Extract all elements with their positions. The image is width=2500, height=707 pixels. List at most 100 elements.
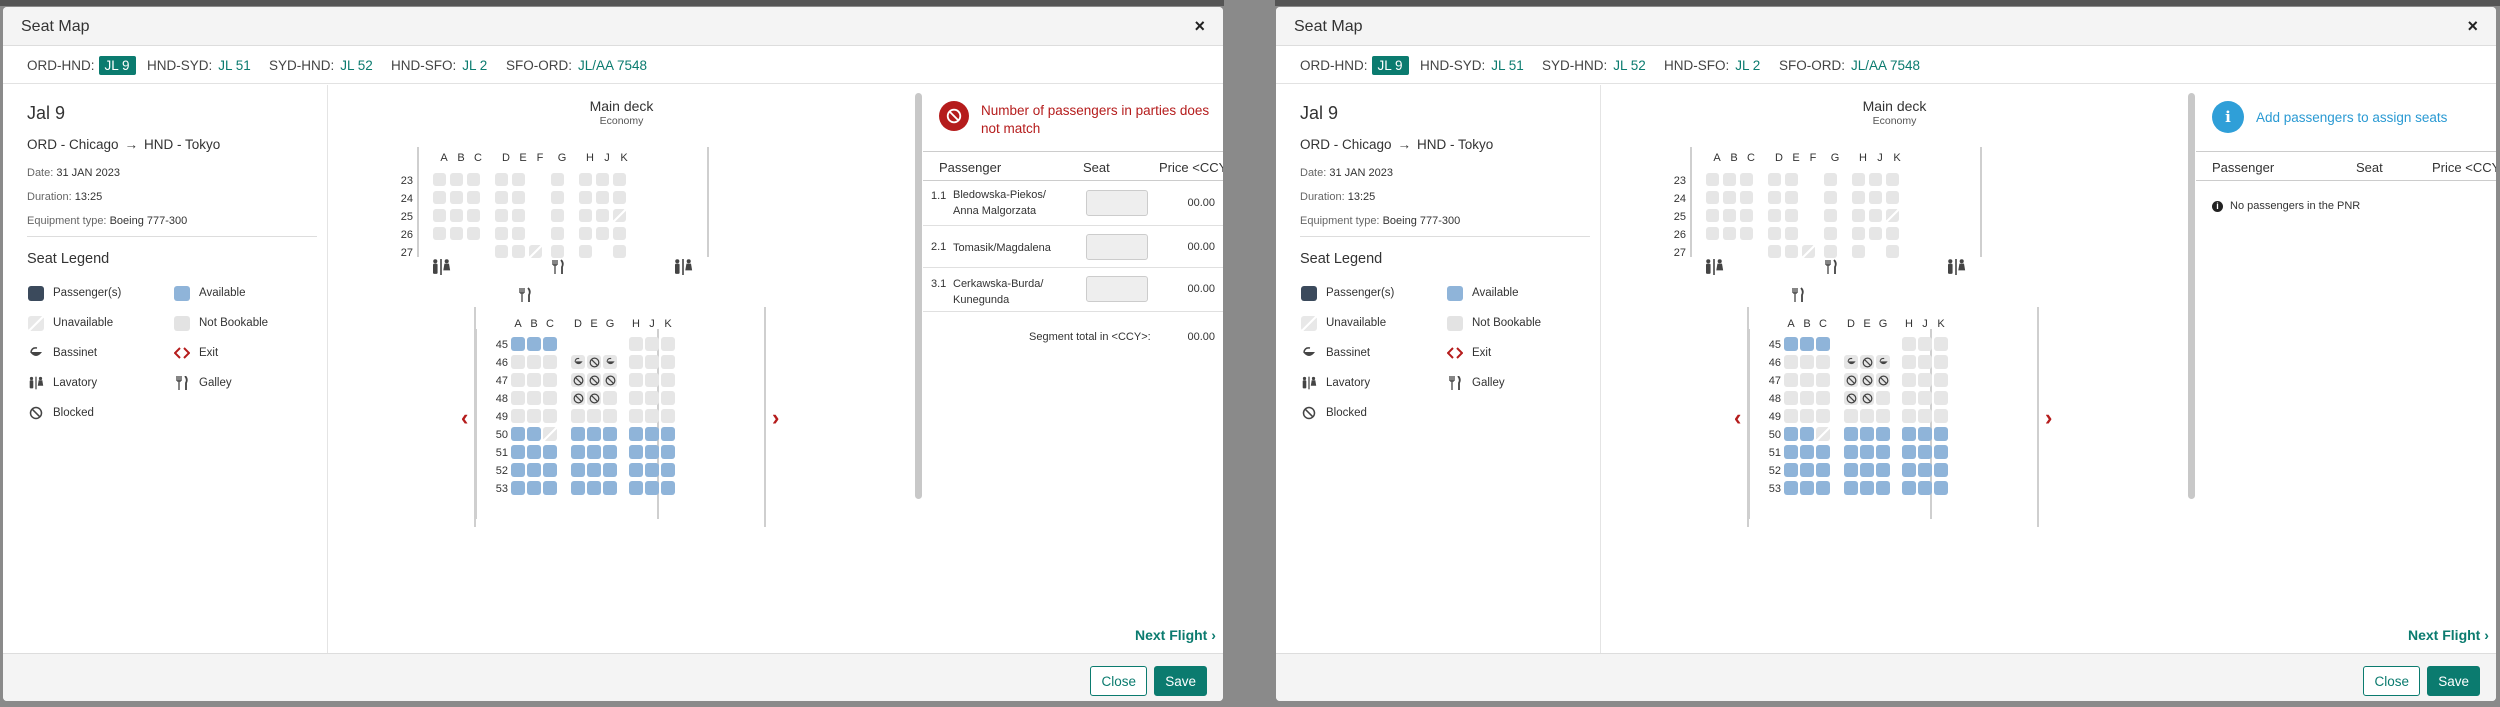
seat[interactable] [571,427,585,441]
seat[interactable] [1860,481,1874,495]
close-icon[interactable]: × [2467,16,2478,37]
seat[interactable] [1816,481,1830,495]
seat[interactable] [527,337,541,351]
seat[interactable] [1934,445,1948,459]
seat[interactable] [587,445,601,459]
seat[interactable] [645,481,659,495]
seat[interactable] [587,463,601,477]
seat[interactable] [1934,463,1948,477]
seat[interactable] [1860,427,1874,441]
seat[interactable] [543,445,557,459]
seat[interactable] [603,445,617,459]
seat[interactable] [1934,427,1948,441]
chevron-right-icon[interactable]: › [772,405,779,431]
seat-box[interactable] [1086,190,1148,216]
segment-tab-syd-hnd[interactable]: SYD-HND: JL 52 [269,58,373,73]
segment-tab-hnd-sfo[interactable]: HND-SFO: JL 2 [391,58,487,73]
scrollbar[interactable] [2188,93,2195,499]
seat[interactable] [1902,445,1916,459]
chevron-left-icon[interactable]: ‹ [461,405,468,431]
segment-tab-syd-hnd[interactable]: SYD-HND: JL 52 [1542,58,1646,73]
seat[interactable] [527,481,541,495]
next-flight-link[interactable]: Next Flight › [1135,627,1216,643]
segment-tab-hnd-syd[interactable]: HND-SYD: JL 51 [1420,58,1524,73]
table-row[interactable]: 3.1 Cerkawska-Burda/ Kunegunda 00.00 [923,268,1223,312]
seat[interactable] [1816,337,1830,351]
seat[interactable] [543,481,557,495]
seat[interactable] [1918,481,1932,495]
seat[interactable] [511,445,525,459]
seat[interactable] [1934,481,1948,495]
seat[interactable] [661,445,675,459]
seat[interactable] [629,463,643,477]
seat[interactable] [1800,445,1814,459]
seat[interactable] [645,445,659,459]
close-button[interactable]: Close [2363,666,2420,696]
seat[interactable] [511,481,525,495]
seat[interactable] [1800,427,1814,441]
seat[interactable] [1902,481,1916,495]
seat[interactable] [1816,463,1830,477]
chevron-right-icon[interactable]: › [2045,405,2052,431]
seat[interactable] [661,481,675,495]
seat[interactable] [587,481,601,495]
seat[interactable] [1918,463,1932,477]
save-button[interactable]: Save [1154,666,1207,696]
seat[interactable] [511,427,525,441]
seat[interactable] [527,427,541,441]
seat[interactable] [571,481,585,495]
seat[interactable] [1876,481,1890,495]
seat[interactable] [1816,445,1830,459]
seat[interactable] [661,427,675,441]
close-button[interactable]: Close [1090,666,1147,696]
seat[interactable] [1860,463,1874,477]
seat[interactable] [645,463,659,477]
seat[interactable] [587,427,601,441]
seat[interactable] [1918,445,1932,459]
seat[interactable] [603,463,617,477]
seat-box[interactable] [1086,234,1148,260]
segment-tab-sfo-ord[interactable]: SFO-ORD: JL/AA 7548 [1779,58,1920,73]
table-row[interactable]: 1.1 Bledowska-Piekos/ Anna Malgorzata 00… [923,182,1223,226]
seat[interactable] [1784,445,1798,459]
seat[interactable] [1876,445,1890,459]
seat[interactable] [1902,463,1916,477]
seat[interactable] [645,427,659,441]
seat[interactable] [1876,463,1890,477]
seat[interactable] [1800,481,1814,495]
seat[interactable] [1844,463,1858,477]
seat[interactable] [629,427,643,441]
seat[interactable] [1784,427,1798,441]
seat[interactable] [543,337,557,351]
seat[interactable] [661,463,675,477]
close-icon[interactable]: × [1194,16,1205,37]
segment-tab-hnd-sfo[interactable]: HND-SFO: JL 2 [1664,58,1760,73]
seat[interactable] [1800,337,1814,351]
seat[interactable] [1902,427,1916,441]
seat[interactable] [603,427,617,441]
seat[interactable] [1784,337,1798,351]
scrollbar[interactable] [915,93,922,499]
seat[interactable] [629,481,643,495]
segment-tab-ord-hnd[interactable]: ORD-HND: JL 9 [27,56,136,75]
seat[interactable] [511,337,525,351]
next-flight-link[interactable]: Next Flight › [2408,627,2489,643]
seat[interactable] [1844,427,1858,441]
segment-tab-ord-hnd[interactable]: ORD-HND: JL 9 [1300,56,1409,75]
seat[interactable] [1784,463,1798,477]
seat[interactable] [527,463,541,477]
seat-box[interactable] [1086,276,1148,302]
seat[interactable] [543,463,557,477]
seat[interactable] [1860,445,1874,459]
segment-tab-sfo-ord[interactable]: SFO-ORD: JL/AA 7548 [506,58,647,73]
seat[interactable] [1800,463,1814,477]
seat[interactable] [1844,445,1858,459]
save-button[interactable]: Save [2427,666,2480,696]
seat[interactable] [1844,481,1858,495]
table-row[interactable]: 2.1 Tomasik/Magdalena 00.00 [923,226,1223,268]
seat[interactable] [1918,427,1932,441]
seat[interactable] [629,445,643,459]
seat[interactable] [571,463,585,477]
seat[interactable] [571,445,585,459]
seat[interactable] [1784,481,1798,495]
